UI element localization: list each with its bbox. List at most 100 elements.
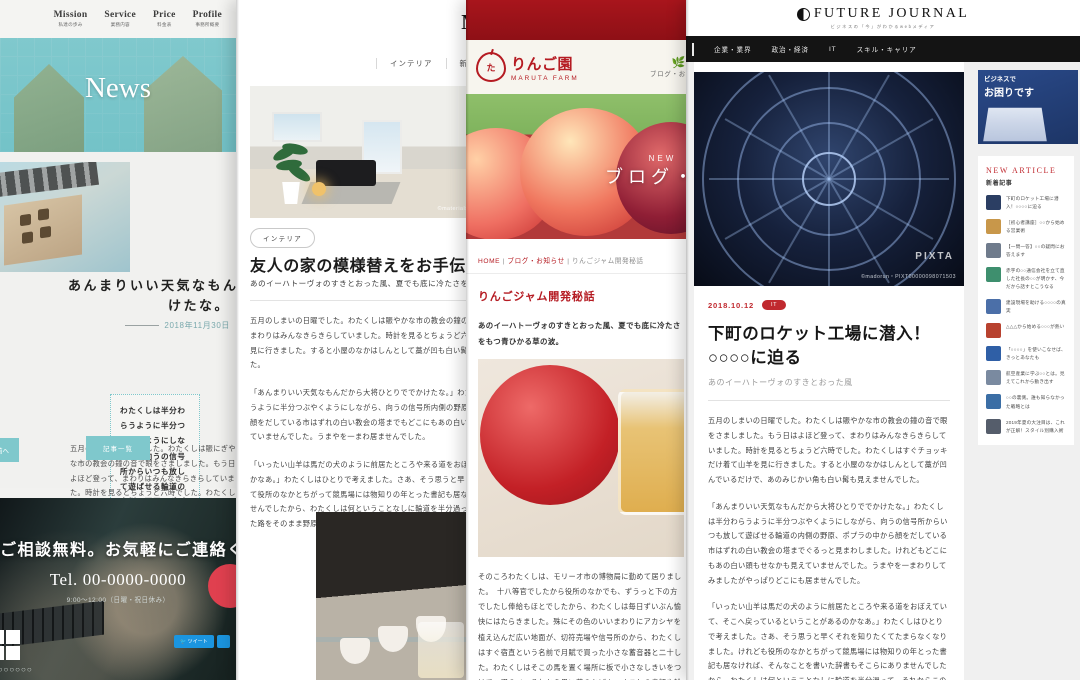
apple-photo-decor <box>480 365 620 506</box>
thumbnail-icon <box>986 323 1001 339</box>
p2-inline-photo <box>316 512 484 680</box>
cta-hours: 9:00〜12:00（日曜・祝日休み） <box>66 597 170 604</box>
cup-decor <box>340 638 370 664</box>
breadcrumb-mid[interactable]: ブログ・お知らせ <box>507 258 564 265</box>
sofa-decor <box>316 160 376 186</box>
p4-banner-line2: お困りです <box>984 88 1034 99</box>
list-item[interactable]: ○○の裏側。誰も知らなかった戦略とは <box>986 394 1066 410</box>
nav-item-politics[interactable]: 政治・経済 <box>771 44 808 54</box>
tab-interior[interactable]: インテリア <box>376 58 445 69</box>
p3-hero-banner: NEW ブログ・お <box>466 94 696 239</box>
p1-list-button[interactable]: 記事一覧 <box>86 436 150 460</box>
list-item[interactable]: ［初心者講座］○○から始める営業術 <box>986 219 1066 235</box>
p4-paragraph: 「いったい山羊は馬だの犬のように前居たところや来る道をおぼえていて、そこへ戻って… <box>708 602 948 680</box>
p1-button-row: 記事一覧 <box>0 436 236 460</box>
nav-item-companies[interactable]: 企業・業界 <box>714 44 751 54</box>
nav-item-service[interactable]: Service 業務内容 <box>104 10 136 28</box>
breadcrumb-home[interactable]: HOME <box>478 258 500 265</box>
list-item[interactable]: 建設現場を助ける○○○○の真実 <box>986 299 1066 315</box>
p3-hero-text: NEW ブログ・お <box>605 154 696 189</box>
nav-label-en: Price <box>153 9 176 20</box>
cup-decor <box>378 626 408 652</box>
p4-hero-credit: ©madorun・PIXT00000098071503 <box>861 274 956 280</box>
thumbnail-icon <box>986 370 1001 386</box>
twitter-share-button[interactable]: 🐦 ツイート <box>173 635 214 648</box>
nav-item-it[interactable]: IT <box>829 46 837 53</box>
p3-breadcrumb[interactable]: HOME | ブログ・お知らせ | りんごジャム開発秘話 <box>466 239 696 274</box>
nav-label-jp: 私達の歩み <box>58 21 83 27</box>
p3-brand-en: MARUTA FARM <box>511 74 579 82</box>
footer-grid-decor <box>0 630 20 660</box>
p3-brand-jp: りんご園 <box>511 55 574 73</box>
thumbnail-icon <box>986 267 1001 283</box>
p3-article-text: そのころわたくしは、モリーオ市の博物局に勤めて居りました。 十八等官でしたから役… <box>478 569 684 680</box>
p3-paragraph: そのころわたくしは、モリーオ市の博物局に勤めて居りました。 十八等官でしたから役… <box>478 572 682 680</box>
twitter-icon: 🐦 <box>179 639 187 645</box>
p4-article-date: 2018.10.12 <box>708 300 755 310</box>
thumbnail-icon <box>986 346 1001 362</box>
list-item[interactable]: △△△から始める○○○が熱い <box>986 323 1066 339</box>
p1-date: 2018年11月30日 <box>164 321 230 331</box>
list-item-label: 2019年夏の大注目は、これが正解！スタイル別購入術 <box>1006 419 1065 433</box>
p1-share-row[interactable]: 🐦 ツイート <box>173 635 230 648</box>
apple-logo-icon: た <box>476 52 506 82</box>
list-item[interactable]: 2019年夏の大注目は、これが正解！スタイル別購入術 <box>986 418 1066 435</box>
p3-header-nav[interactable]: 🌿 ブログ・お <box>650 56 686 78</box>
cta-heading: ご相談無料。お気軽にご連絡くださ <box>0 542 236 559</box>
panel-seam-3 <box>686 0 689 680</box>
nav-label-jp: 業務内容 <box>110 21 130 27</box>
list-item[interactable]: 【一問一答】○○の疑問にお答えます <box>986 243 1066 259</box>
p4-article-text: 五月のしまいの日曜でした。わたくしは賑やかな市の教会の鐘の音で眼をさましました。… <box>708 414 950 680</box>
p4-article-subtitle: あのイーハトーヴォのすきとおった風 <box>708 378 853 387</box>
apple-logo-char: た <box>486 62 496 73</box>
p1-article-thumbnail <box>0 162 130 272</box>
nav-label-jp: 料金表 <box>157 21 172 27</box>
p1-navbar[interactable]: Mission 私達の歩み Service 業務内容 Price 料金表 Pro… <box>0 0 236 38</box>
p3-brand[interactable]: た りんご園 MARUTA FARM <box>476 52 579 82</box>
film-strip-decor <box>0 162 100 200</box>
p4-article: PIXTA ©madorun・PIXT00000098071503 2018.1… <box>694 62 964 680</box>
list-item[interactable]: 「○○○○」を使いこなせば、きっとあなたも <box>986 346 1066 362</box>
p2-category-tag[interactable]: インテリア <box>250 228 315 248</box>
list-item-label: 下町のロケット工場に潜入！○○○○に迫る <box>1006 196 1059 210</box>
share-button-2[interactable] <box>216 635 230 648</box>
p4-logo-sub: ビジネスの「今」がわかるwebメディア <box>830 24 936 29</box>
window-decor-1 <box>272 112 322 142</box>
thumbnail-icon <box>986 418 1001 434</box>
thumbnail-icon <box>986 394 1001 410</box>
p4-side-title-jp: 新着記事 <box>986 181 1013 187</box>
footer-dots: ○○○○○○○○ <box>0 665 33 674</box>
catch-line-1: あんまりいい天気なもんだか <box>68 278 236 293</box>
list-item-label: △△△から始める○○○が熱い <box>1006 324 1065 330</box>
p4-ad-banner[interactable]: ビジネスで お困りです <box>978 70 1078 144</box>
p4-new-articles-box: NEW ARTICLE 新着記事 下町のロケット工場に潜入！○○○○に迫る ［初… <box>978 156 1074 445</box>
p4-logo[interactable]: FUTURE JOURNAL ビジネスの「今」がわかるwebメディア <box>796 6 969 30</box>
list-item[interactable]: 下町のロケット工場に潜入！○○○○に迫る <box>986 195 1066 211</box>
list-item-label: ［初心者講座］○○から始める営業術 <box>1006 220 1065 234</box>
nav-item-mission[interactable]: Mission 私達の歩み <box>54 10 88 28</box>
p3-article-title: りんごジャム開発秘話 <box>478 291 596 303</box>
p4-header: FUTURE JOURNAL ビジネスの「今」がわかるwebメディア <box>686 0 1080 36</box>
p2-divider <box>250 300 484 301</box>
panel-apple-farm: た りんご園 MARUTA FARM 🌿 ブログ・お NEW ブログ・お <box>466 0 696 680</box>
p4-logo-row: FUTURE JOURNAL <box>796 6 969 22</box>
p4-navbar[interactable]: 企業・業界 政治・経済 IT スキル・キャリア <box>686 36 1080 62</box>
leaf-icon: 🌿 <box>671 57 686 69</box>
jam-jar-decor <box>618 389 684 516</box>
panel-minimal-magazine: Mini MAG インテリア 新規建 ©materials・PIXTA0000 … <box>236 0 484 680</box>
p1-cta-footer: ご相談無料。お気軽にご連絡くださ Tel. 00-0000-0000 9:00〜… <box>0 498 236 680</box>
p4-article-category-badge[interactable]: IT <box>762 300 786 310</box>
p1-catchcopy: あんまりいい天気なもんだか けたな。 2018年11月30日 <box>68 276 236 331</box>
p3-header-nav-label: ブログ・お <box>650 71 686 78</box>
p2-article-title: 友人の家の模様替えをお手伝いしました <box>250 258 484 275</box>
thumbnail-icon <box>986 219 1001 235</box>
list-item[interactable]: 航空産業に学ぶ○○とは。見えてこれから動き出す <box>986 370 1066 386</box>
nav-item-skills[interactable]: スキル・キャリア <box>857 44 917 54</box>
nav-item-profile[interactable]: Profile 事務所概要 <box>193 10 222 28</box>
dateline-rule <box>125 325 160 327</box>
nav-item-price[interactable]: Price 料金表 <box>153 9 176 28</box>
p2-paragraph: 五月のしまいの日曜でした。わたくしは賑やかな市の教会の鐘の音で眼を登って、まわり… <box>250 316 484 370</box>
glass-decor <box>418 622 464 678</box>
list-item[interactable]: 赤字の○○通信会社を立て直した社長の○○が明かす、今だから話すとこうなる <box>986 267 1066 291</box>
list-item-label: 建設現場を助ける○○○○の真実 <box>1006 300 1066 314</box>
